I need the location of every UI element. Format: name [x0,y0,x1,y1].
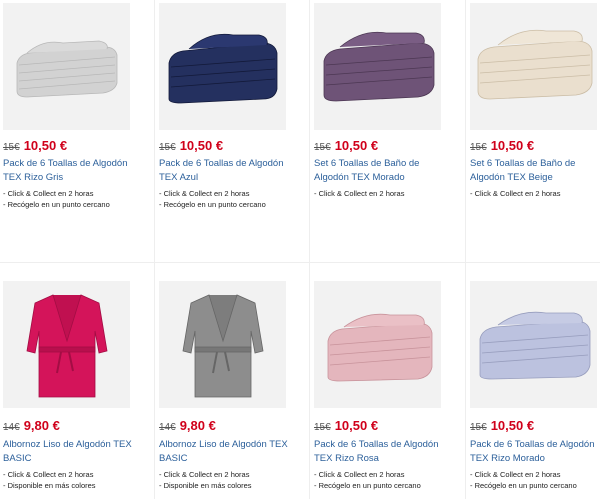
old-price: 14€ [3,422,20,433]
product-title[interactable]: Pack de 6 Toallas de Algodón TEX Rizo Gr… [3,157,143,185]
feature-item: - Recógelo en un punto cercano [3,200,110,209]
old-price: 15€ [470,422,487,433]
product-title[interactable]: Pack de 6 Toallas de Algodón TEX Rizo Mo… [470,438,600,466]
bathrobe-icon [159,281,286,408]
old-price: 15€ [470,142,487,153]
old-price: 15€ [314,142,331,153]
price-line: 15€ 10,50 € [3,138,67,153]
price-line: 15€ 10,50 € [470,418,534,433]
feature-list: - Click & Collect en 2 horas - Disponibl… [3,469,151,491]
feature-item: - Click & Collect en 2 horas [3,189,94,198]
current-price: 10,50 € [490,418,535,433]
current-price: 9,80 € [179,418,216,433]
product-image[interactable] [3,281,130,408]
current-price: 10,50 € [334,418,379,433]
feature-item: - Disponible en más colores [159,481,252,490]
product-image[interactable] [314,281,441,408]
towel-stack-icon [314,3,441,130]
product-grid: 15€ 10,50 € Pack de 6 Toallas de Algodón… [0,0,600,499]
bathrobe-icon [3,281,130,408]
product-title[interactable]: Pack de 6 Toallas de Algodón TEX Azul [159,157,299,185]
feature-item: - Click & Collect en 2 horas [470,189,561,198]
product-image[interactable] [3,3,130,130]
price-line: 15€ 10,50 € [470,138,534,153]
price-line: 14€ 9,80 € [159,418,216,433]
price-line: 15€ 10,50 € [314,418,378,433]
feature-item: - Recógelo en un punto cercano [470,481,577,490]
towel-stack-icon [314,281,441,408]
feature-item: - Click & Collect en 2 horas [314,189,405,198]
current-price: 10,50 € [179,138,224,153]
feature-item: - Recógelo en un punto cercano [159,200,266,209]
old-price: 15€ [3,142,20,153]
feature-item: - Click & Collect en 2 horas [314,470,405,479]
product-title[interactable]: Pack de 6 Toallas de Algodón TEX Rizo Ro… [314,438,454,466]
feature-item: - Click & Collect en 2 horas [470,470,561,479]
old-price: 14€ [159,422,176,433]
product-image[interactable] [159,281,286,408]
feature-item: - Click & Collect en 2 horas [159,189,250,198]
product-title[interactable]: Set 6 Toallas de Baño de Algodón TEX Bei… [470,157,600,185]
feature-list: - Click & Collect en 2 horas - Recógelo … [470,469,600,491]
product-image[interactable] [470,3,597,130]
towel-stack-icon [159,3,286,130]
current-price: 10,50 € [490,138,535,153]
product-card[interactable]: 14€ 9,80 € Albornoz Liso de Algodón TEX … [0,263,154,499]
price-line: 15€ 10,50 € [159,138,223,153]
product-card[interactable]: 15€ 10,50 € Pack de 6 Toallas de Algodón… [466,263,600,499]
product-image[interactable] [470,281,597,408]
product-image[interactable] [159,3,286,130]
feature-list: - Click & Collect en 2 horas [470,188,600,199]
towel-stack-icon [470,3,597,130]
feature-item: - Click & Collect en 2 horas [3,470,94,479]
current-price: 10,50 € [334,138,379,153]
product-card[interactable]: 14€ 9,80 € Albornoz Liso de Algodón TEX … [155,263,309,499]
old-price: 15€ [314,422,331,433]
feature-item: - Disponible en más colores [3,481,96,490]
feature-list: - Click & Collect en 2 horas - Recógelo … [3,188,151,210]
product-card[interactable]: 15€ 10,50 € Pack de 6 Toallas de Algodón… [0,0,154,262]
price-line: 15€ 10,50 € [314,138,378,153]
towel-stack-icon [3,3,130,130]
current-price: 10,50 € [23,138,68,153]
feature-list: - Click & Collect en 2 horas - Recógelo … [159,188,307,210]
old-price: 15€ [159,142,176,153]
feature-list: - Click & Collect en 2 horas [314,188,462,199]
feature-list: - Click & Collect en 2 horas - Disponibl… [159,469,307,491]
product-image[interactable] [314,3,441,130]
feature-list: - Click & Collect en 2 horas - Recógelo … [314,469,462,491]
towel-stack-icon [470,281,597,408]
product-card[interactable]: 15€ 10,50 € Pack de 6 Toallas de Algodón… [155,0,309,262]
product-title[interactable]: Albornoz Liso de Algodón TEX BASIC [3,438,143,466]
feature-item: - Recógelo en un punto cercano [314,481,421,490]
price-line: 14€ 9,80 € [3,418,60,433]
current-price: 9,80 € [23,418,60,433]
product-card[interactable]: 15€ 10,50 € Set 6 Toallas de Baño de Alg… [310,0,465,262]
product-title[interactable]: Albornoz Liso de Algodón TEX BASIC [159,438,299,466]
product-card[interactable]: 15€ 10,50 € Set 6 Toallas de Baño de Alg… [466,0,600,262]
product-title[interactable]: Set 6 Toallas de Baño de Algodón TEX Mor… [314,157,454,185]
feature-item: - Click & Collect en 2 horas [159,470,250,479]
product-card[interactable]: 15€ 10,50 € Pack de 6 Toallas de Algodón… [310,263,465,499]
